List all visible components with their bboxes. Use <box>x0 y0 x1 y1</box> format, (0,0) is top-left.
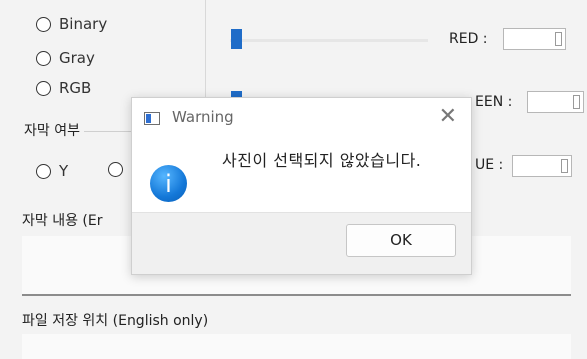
blue-label: UE : <box>475 157 504 173</box>
subtitle-group-title: 자막 여부 <box>20 120 84 140</box>
field-underline <box>22 294 571 296</box>
radio-label: Gray <box>59 49 95 67</box>
info-icon: i <box>150 165 187 202</box>
radio-y[interactable]: Y <box>36 162 68 180</box>
radio-label: Y <box>59 162 69 180</box>
radio-label: Binary <box>59 15 108 33</box>
radio-circle[interactable] <box>36 80 51 96</box>
warning-dialog: Warning ✕ i 사진이 선택되지 않았습니다. OK <box>131 97 472 275</box>
radio-rgb[interactable]: RGB <box>36 79 91 97</box>
subtitle-content-label: 자막 내용 (Er <box>22 213 103 229</box>
green-spinbox[interactable] <box>527 91 584 113</box>
dialog-title: Warning <box>172 108 234 126</box>
radio-circle[interactable] <box>108 162 123 177</box>
radio-circle[interactable] <box>36 16 51 32</box>
blue-spinbox[interactable] <box>512 155 572 177</box>
save-location-label: 파일 저장 위치 (English only) <box>22 313 209 329</box>
app-window-icon <box>144 112 160 125</box>
radio-n[interactable] <box>108 162 131 177</box>
red-slider-track[interactable] <box>230 39 428 42</box>
ok-button[interactable]: OK <box>346 224 456 257</box>
column-divider <box>205 0 206 110</box>
spin-arrows[interactable] <box>555 32 562 46</box>
radio-circle[interactable] <box>36 50 51 66</box>
radio-label: RGB <box>59 79 92 97</box>
dialog-footer: OK <box>132 212 471 274</box>
green-label: EEN : <box>475 94 513 110</box>
info-glyph: i <box>165 170 172 198</box>
radio-binary[interactable]: Binary <box>36 15 107 33</box>
red-slider-thumb[interactable] <box>231 29 242 49</box>
radio-circle[interactable] <box>36 163 51 179</box>
spin-arrows[interactable] <box>561 159 568 173</box>
red-spinbox[interactable] <box>503 28 566 50</box>
close-icon[interactable]: ✕ <box>439 104 457 129</box>
radio-gray[interactable]: Gray <box>36 49 95 67</box>
red-label: RED : <box>449 31 488 47</box>
save-location-input[interactable] <box>22 334 571 359</box>
spin-arrows[interactable] <box>573 95 580 109</box>
dialog-message: 사진이 선택되지 않았습니다. <box>222 151 422 170</box>
